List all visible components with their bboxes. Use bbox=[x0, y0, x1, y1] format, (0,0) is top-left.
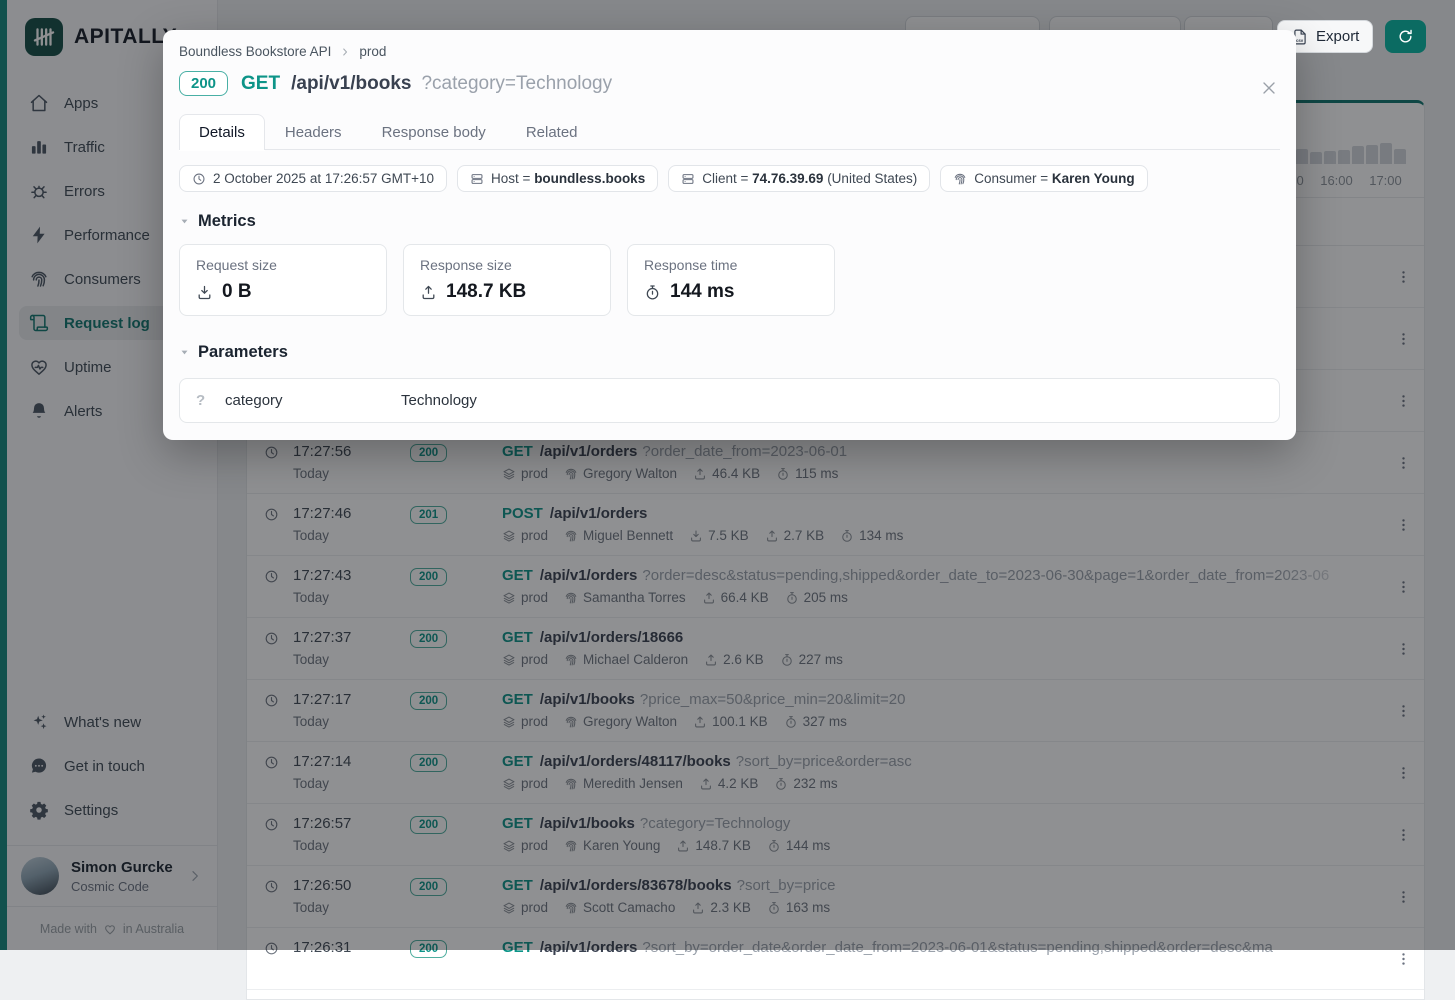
metric-label: Request size bbox=[196, 257, 370, 273]
upload-icon bbox=[420, 284, 437, 301]
download-icon bbox=[196, 284, 213, 301]
chip-text: Client = 74.76.39.69 (United States) bbox=[702, 171, 917, 186]
tab-headers[interactable]: Headers bbox=[265, 114, 362, 150]
close-icon[interactable] bbox=[1259, 78, 1279, 98]
server-icon bbox=[681, 172, 695, 186]
parameters-table: ? category Technology bbox=[179, 378, 1280, 423]
parameter-key: category bbox=[225, 392, 401, 409]
kebab-menu-icon[interactable] bbox=[1395, 950, 1412, 967]
breadcrumb-app[interactable]: Boundless Bookstore API bbox=[179, 44, 331, 59]
metrics-section-header[interactable]: Metrics bbox=[179, 212, 1280, 231]
fingerprint-icon bbox=[953, 172, 967, 186]
metric-label: Response time bbox=[644, 257, 818, 273]
request-title: 200 GET /api/v1/books ?category=Technolo… bbox=[179, 71, 1280, 96]
parameters-title: Parameters bbox=[198, 343, 288, 362]
request-method: GET bbox=[241, 73, 280, 95]
metric-card-response-size: Response size 148.7 KB bbox=[403, 244, 611, 316]
chip-text: Consumer = Karen Young bbox=[974, 171, 1134, 186]
chip-text: 2 October 2025 at 17:26:57 GMT+10 bbox=[213, 171, 434, 186]
chip-text: Host = boundless.books bbox=[491, 171, 645, 186]
meta-chip: Consumer = Karen Young bbox=[940, 165, 1147, 192]
metrics-title: Metrics bbox=[198, 212, 256, 231]
metric-value: 0 B bbox=[222, 281, 252, 303]
export-label: Export bbox=[1316, 28, 1359, 45]
metric-card-response-time: Response time 144 ms bbox=[627, 244, 835, 316]
query-param-icon: ? bbox=[196, 392, 216, 409]
breadcrumb-env[interactable]: prod bbox=[359, 44, 386, 59]
request-meta-chips: 2 October 2025 at 17:26:57 GMT+10 Host =… bbox=[179, 165, 1280, 192]
collapse-triangle-icon bbox=[179, 347, 190, 358]
request-path: /api/v1/books bbox=[291, 73, 411, 95]
status-badge: 200 bbox=[179, 71, 228, 96]
meta-chip: Client = 74.76.39.69 (United States) bbox=[668, 165, 930, 192]
meta-chip: Host = boundless.books bbox=[457, 165, 658, 192]
stopwatch-icon bbox=[644, 284, 661, 301]
parameters-section-header[interactable]: Parameters bbox=[179, 343, 1280, 362]
request-detail-modal: Boundless Bookstore API prod 200 GET /ap… bbox=[163, 30, 1296, 440]
tab-response-body[interactable]: Response body bbox=[362, 114, 506, 150]
parameter-value: Technology bbox=[401, 392, 477, 409]
meta-chip: 2 October 2025 at 17:26:57 GMT+10 bbox=[179, 165, 447, 192]
metric-card-request-size: Request size 0 B bbox=[179, 244, 387, 316]
tab-related[interactable]: Related bbox=[506, 114, 598, 150]
parameter-row: ? category Technology bbox=[180, 379, 1279, 422]
clock-icon bbox=[192, 172, 206, 186]
breadcrumb: Boundless Bookstore API prod bbox=[179, 44, 1280, 59]
metric-label: Response size bbox=[420, 257, 594, 273]
modal-tabs: DetailsHeadersResponse bodyRelated bbox=[179, 114, 1280, 150]
svg-text:csv: csv bbox=[1296, 38, 1304, 43]
chevron-right-icon bbox=[339, 46, 351, 58]
refresh-icon bbox=[1397, 28, 1414, 45]
refresh-button[interactable] bbox=[1385, 20, 1426, 53]
request-query: ?category=Technology bbox=[421, 73, 612, 95]
metric-value: 148.7 KB bbox=[446, 281, 526, 303]
tab-details[interactable]: Details bbox=[179, 114, 265, 150]
metric-value: 144 ms bbox=[670, 281, 734, 303]
server-icon bbox=[470, 172, 484, 186]
collapse-triangle-icon bbox=[179, 216, 190, 227]
metric-cards: Request size 0 B Response size 148.7 KB … bbox=[179, 244, 1280, 316]
